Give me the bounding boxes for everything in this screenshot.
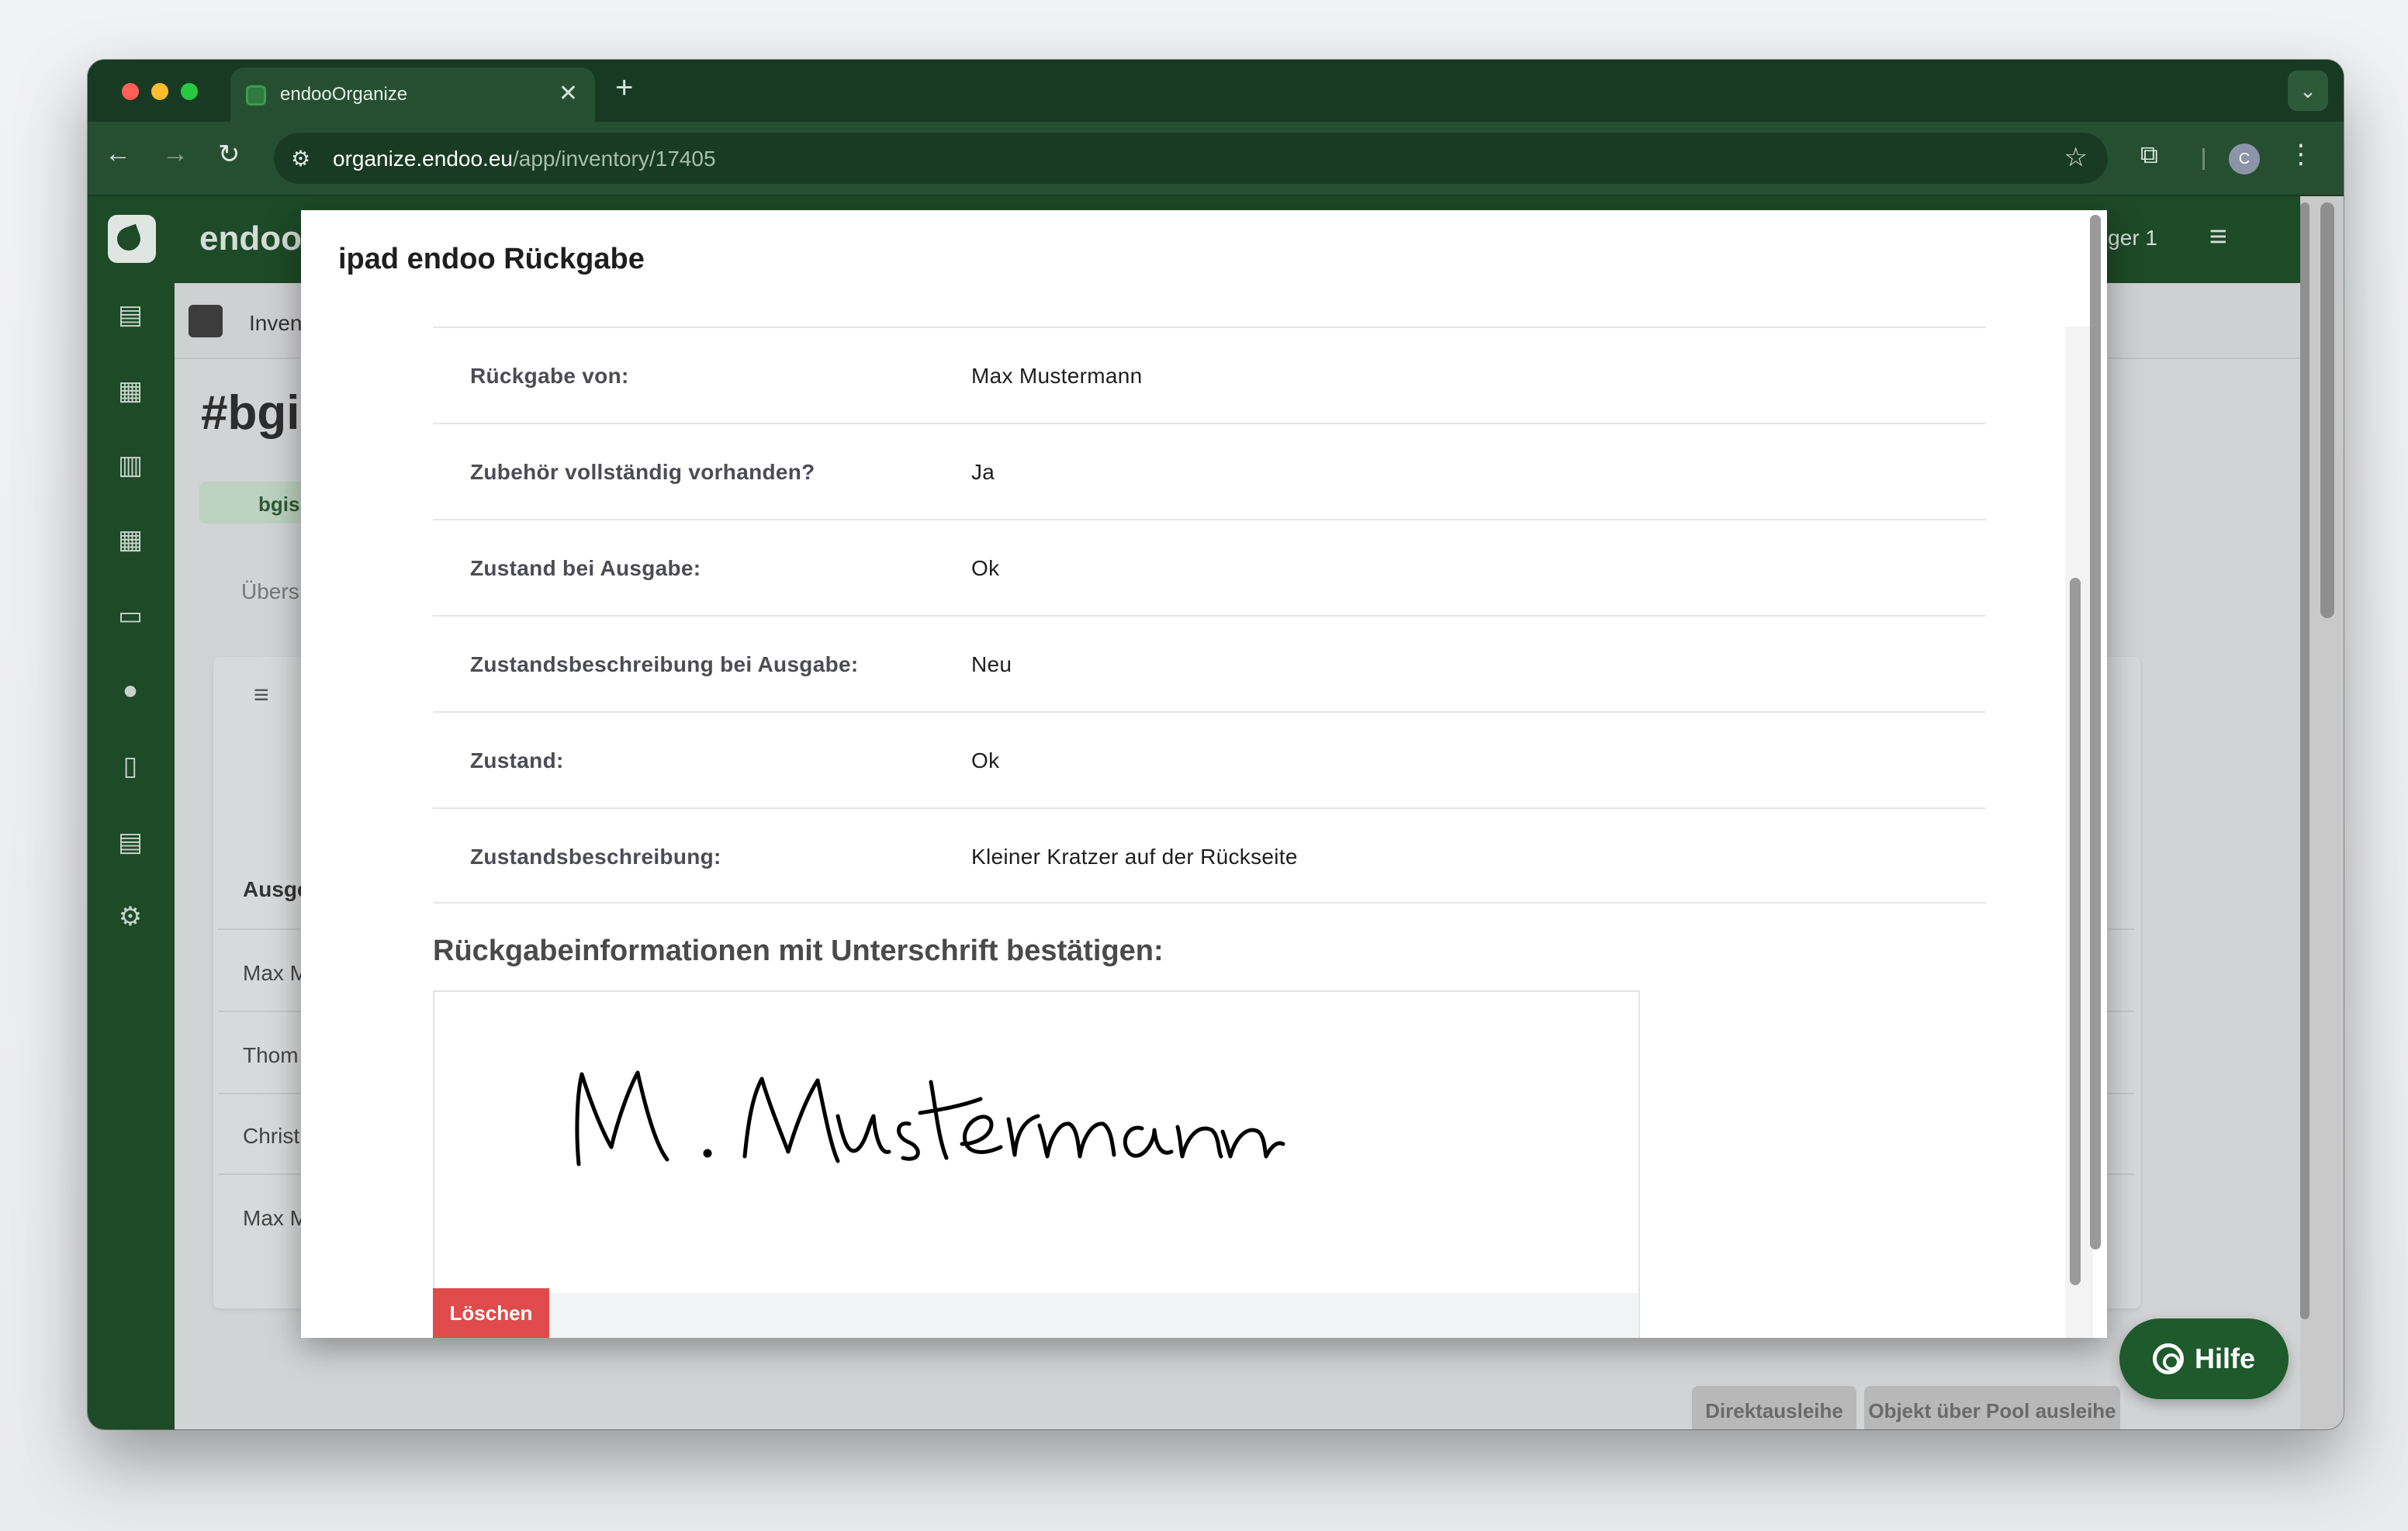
dialog-scrollbar-thumb[interactable] [2070,578,2081,1285]
signature-toolbar [433,1293,1640,1338]
address-bar[interactable]: ⚙ organize.endoo.eu/app/inventory/17405 … [274,133,2108,184]
info-row: Zustandsbeschreibung: Kleiner Kratzer au… [433,807,1986,904]
clear-signature-button[interactable]: Löschen [433,1288,549,1338]
article-icon[interactable]: ▤ [111,823,150,862]
help-button[interactable]: Hilfe [2119,1318,2289,1399]
signature-heading: Rückgabeinformationen mit Unterschrift b… [433,935,1164,967]
return-dialog: ipad endoo Rückgabe Rückgabe von: Max Mu… [301,210,2107,1338]
breadcrumb-inventory[interactable]: Inven [249,311,303,336]
table-row[interactable]: Thom [243,1043,299,1068]
user-menu[interactable]: ger 1 [2108,226,2157,251]
favicon-icon [246,85,266,105]
building-icon[interactable]: ▦ [111,520,150,559]
info-row: Zustand: Ok [433,711,1986,807]
person-icon[interactable]: ● [111,671,150,710]
info-row: Zustand bei Ausgabe: Ok [433,519,1986,615]
signature-drawing [575,1070,1285,1166]
store-icon[interactable]: ▭ [111,596,150,635]
forward-icon[interactable]: → [162,139,189,169]
profile-avatar[interactable]: C [2229,143,2260,175]
page-scrollbar-thumb[interactable] [2320,202,2334,618]
direct-loan-button[interactable]: Direktausleihe [1692,1386,1856,1429]
dialog-title: ipad endoo Rückgabe [338,243,645,275]
info-label: Zustand bei Ausgabe: [470,556,701,580]
tab-title: endooOrganize [280,84,408,105]
hamburger-menu-icon[interactable]: ≡ [2209,219,2227,254]
info-label: Zustandsbeschreibung bei Ausgabe: [470,652,859,676]
info-row: Rückgabe von: Max Mustermann [433,327,1986,423]
info-value: Max Mustermann [971,364,1143,388]
info-value: Kleiner Kratzer auf der Rückseite [971,845,1298,869]
asset-tag-text: bgis [258,492,300,516]
inventory-crumb-icon [189,305,223,337]
pool-loan-button[interactable]: Objekt über Pool ausleihe [1864,1386,2120,1429]
filter-icon[interactable]: ≡ [254,680,269,710]
signature-pad[interactable] [433,990,1640,1294]
table-row[interactable]: Max M [243,961,308,986]
sidebar: ▤ ▦ ▥ ▦ ▭ ● ▯ ▤ ⚙ [88,196,175,1429]
tab-strip: endooOrganize ✕ + ⌄ [88,60,2344,122]
app-page: endooO ger 1 ≡ ▤ ▦ ▥ ▦ ▭ ● ▯ ▤ ⚙ Inven #… [88,196,2344,1429]
new-tab-icon[interactable]: + [615,71,633,105]
gear-icon[interactable]: ⚙ [111,897,150,936]
lifebuoy-icon [2152,1343,2184,1374]
minimize-window-button[interactable] [151,83,168,100]
info-value: Neu [971,652,1012,676]
endoo-logo[interactable] [108,215,156,263]
ticket-icon[interactable]: ▦ [111,372,150,410]
info-label: Zustand: [470,748,564,772]
bookmark-star-icon[interactable]: ☆ [2064,142,2088,173]
table-row[interactable]: Max M [243,1206,308,1231]
info-label: Zubehör vollständig vorhanden? [470,460,815,484]
info-row: Zubehör vollständig vorhanden? Ja [433,423,1986,519]
toolbar-divider [2202,148,2205,170]
info-label: Zustandsbeschreibung: [470,845,721,869]
tab-close-icon[interactable]: ✕ [559,80,578,107]
url-text[interactable]: organize.endoo.eu/app/inventory/17405 [333,147,716,171]
site-settings-icon[interactable]: ⚙ [291,146,310,171]
back-icon[interactable]: ← [105,139,131,169]
building-settings-icon[interactable]: ▥ [111,446,150,485]
browser-menu-icon[interactable]: ⋮ [2288,139,2314,170]
info-value: Ok [971,556,1000,580]
info-label: Rückgabe von: [470,364,629,388]
close-window-button[interactable] [122,83,139,100]
info-value: Ok [971,748,1000,772]
table-header-issued: Ausge [243,877,310,901]
dialog-outer-scrollbar-thumb[interactable] [2090,215,2101,1249]
info-value: Ja [971,460,995,484]
inventory-icon[interactable]: ▤ [111,295,150,334]
tab-overview[interactable]: Übers [241,579,299,604]
reload-icon[interactable]: ↻ [218,139,240,170]
info-row: Zustandsbeschreibung bei Ausgabe: Neu [433,615,1986,711]
return-info-table: Rückgabe von: Max Mustermann Zubehör vol… [433,327,1986,904]
table-row[interactable]: Christ [243,1124,299,1149]
tab-search-icon[interactable]: ⌄ [2288,71,2328,111]
maximize-window-button[interactable] [181,83,198,100]
browser-tab[interactable]: endooOrganize ✕ [230,67,595,122]
extensions-icon[interactable]: ⧉ [2140,140,2158,170]
help-label: Hilfe [2194,1343,2255,1374]
content-scrollbar-thumb[interactable] [2300,202,2309,1319]
dialog-body: Rückgabe von: Max Mustermann Zubehör vol… [301,327,2071,1338]
browser-window: endooOrganize ✕ + ⌄ ← → ↻ ⚙ organize.end… [88,60,2344,1429]
document-icon[interactable]: ▯ [111,747,150,786]
browser-toolbar: ← → ↻ ⚙ organize.endoo.eu/app/inventory/… [88,122,2344,196]
